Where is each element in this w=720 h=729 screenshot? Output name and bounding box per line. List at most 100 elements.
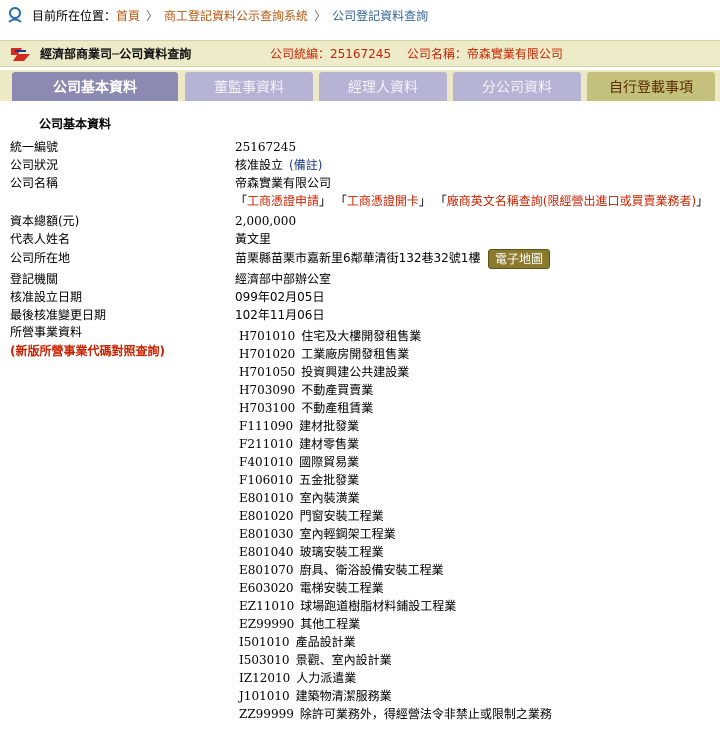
business-item: I503010 景觀、室內設計業 <box>239 651 392 669</box>
business-item-code: F401010 <box>239 455 294 469</box>
business-item-code: I503010 <box>239 653 290 667</box>
business-item: H701010 住宅及大樓開發租售業 <box>239 327 421 345</box>
header-info: 公司統編：25167245 公司名稱：帝森實業有限公司 <box>270 45 575 62</box>
business-item: EZ99990 其他工程業 <box>239 615 360 633</box>
business-item: E801070 廚具、衛浴設備安裝工程業 <box>239 561 444 579</box>
business-item: E801040 玻璃安裝工程業 <box>239 543 384 561</box>
business-item: EZ11010 球場跑道樹脂材料鋪設工程業 <box>239 597 456 615</box>
company-name-value: 帝森實業有限公司 <box>235 176 332 190</box>
business-item-name: 產品設計業 <box>295 635 356 649</box>
capital-value: 2,000,000 <box>235 214 297 228</box>
electronic-map-button[interactable]: 電子地圖 <box>488 249 550 269</box>
business-item: F401010 國際貿易業 <box>239 453 359 471</box>
approve-date-label: 核准設立日期 <box>10 290 83 304</box>
business-item-name: 球場跑道樹脂材料鋪設工程業 <box>300 599 457 613</box>
breadcrumb-separator: 〉 <box>314 8 327 23</box>
change-date-label: 最後核准變更日期 <box>10 308 107 322</box>
approve-date-value: 099年02月05日 <box>235 290 325 304</box>
cert-apply-link[interactable]: 工商憑證申請 <box>247 194 319 208</box>
business-item-code: EZ99990 <box>239 617 295 631</box>
status-value-group: 核准設立 (備註) <box>235 157 322 174</box>
business-item-name: 建築物清潔服務業 <box>295 689 392 703</box>
tax-id-value: 25167245 <box>235 140 297 154</box>
address-value: 苗栗縣苗栗市嘉新里6鄰華清街132巷32號1樓 <box>235 251 481 265</box>
business-item-code: E801030 <box>239 527 294 541</box>
new-business-code-link[interactable]: (新版所營事業代碼對照查詢) <box>10 342 165 359</box>
business-item: I501010 產品設計業 <box>239 633 356 651</box>
tab-self-report[interactable]: 自行登載事項 <box>587 72 715 101</box>
ministry-logo-icon <box>11 47 30 61</box>
business-item-code: I501010 <box>239 635 290 649</box>
company-name-label: 公司名稱：帝森實業有限公司 <box>406 47 563 61</box>
business-item-name: 人力派遣業 <box>296 671 357 685</box>
business-item-code: F111090 <box>239 419 294 433</box>
business-item: E603020 電梯安裝工程業 <box>239 579 384 597</box>
business-item-name: 國際貿易業 <box>299 455 360 469</box>
breadcrumb-current: 公司登記資料查詢 <box>332 8 429 23</box>
business-item-code: E801010 <box>239 491 294 505</box>
business-item-name: 室內輕鋼架工程業 <box>299 527 396 541</box>
business-item: J101010 建築物清潔服務業 <box>239 687 392 705</box>
business-item-name: 建材零售業 <box>299 437 360 451</box>
business-item-name: 廚具、衛浴設備安裝工程業 <box>299 563 444 577</box>
header-bar: 經濟部商業司─公司資料查詢 公司統編：25167245 公司名稱：帝森實業有限公… <box>0 40 720 67</box>
business-item-code: IZ12010 <box>239 671 291 685</box>
company-name-field-label: 公司名稱 <box>10 176 59 190</box>
breadcrumb-separator: 〉 <box>146 8 159 23</box>
business-label: 所營事業資料 <box>10 325 83 339</box>
business-item-code: H701050 <box>239 365 296 379</box>
business-item-code: J101010 <box>239 689 290 703</box>
business-item-code: H701010 <box>239 329 296 343</box>
business-item: E801010 室內裝潢業 <box>239 489 360 507</box>
tab-branches[interactable]: 分公司資料 <box>453 72 581 101</box>
section-title: 公司基本資料 <box>39 117 112 131</box>
company-id-label: 公司統編：25167245 <box>270 47 392 61</box>
business-item-code: F106010 <box>239 473 294 487</box>
business-item-code: E603020 <box>239 581 294 595</box>
business-item-code: E801070 <box>239 563 294 577</box>
business-item-code: H701020 <box>239 347 296 361</box>
english-name-query-link[interactable]: 廠商英文名稱查詢(限經營出進口或買賣業務者) <box>447 194 696 208</box>
business-item-name: 除許可業務外，得經營法令非禁止或限制之業務 <box>299 707 552 721</box>
tab-directors[interactable]: 董監事資料 <box>185 72 313 101</box>
breadcrumb-system-link[interactable]: 商工登記資料公示查詢系統 <box>164 7 308 24</box>
business-item-name: 不動產租賃業 <box>301 401 374 415</box>
breadcrumb-prefix: 目前所在位置： <box>32 8 117 23</box>
status-label: 公司狀況 <box>10 158 59 172</box>
tax-id-label: 統一編號 <box>10 140 59 154</box>
business-item: F106010 五金批發業 <box>239 471 359 489</box>
business-item-code: EZ11010 <box>239 599 295 613</box>
business-item: ZZ99999 除許可業務外，得經營法令非禁止或限制之業務 <box>239 705 552 723</box>
business-item-name: 五金批發業 <box>299 473 360 487</box>
breadcrumb-home-link[interactable]: 首頁 <box>116 7 140 24</box>
business-item-code: F211010 <box>239 437 294 451</box>
header-title: 經濟部商業司─公司資料查詢 <box>40 47 192 61</box>
location-icon <box>8 7 22 23</box>
business-item: H703090 不動產買賣業 <box>239 381 373 399</box>
business-item-name: 其他工程業 <box>300 617 361 631</box>
tab-managers[interactable]: 經理人資料 <box>319 72 447 101</box>
cert-activate-link[interactable]: 工商憑證開卡 <box>347 194 419 208</box>
authority-value: 經濟部中部辦公室 <box>235 272 332 286</box>
business-item-name: 不動產買賣業 <box>301 383 374 397</box>
business-item-name: 住宅及大樓開發租售業 <box>301 329 422 343</box>
status-value: 核准設立 <box>235 158 284 172</box>
change-date-value: 102年11月06日 <box>235 308 325 322</box>
authority-label: 登記機關 <box>10 272 59 286</box>
business-item-name: 電梯安裝工程業 <box>299 581 384 595</box>
business-item-code: ZZ99999 <box>239 707 294 721</box>
business-item-name: 室內裝潢業 <box>299 491 360 505</box>
representative-value: 黃文里 <box>235 232 272 246</box>
business-item-name: 玻璃安裝工程業 <box>299 545 384 559</box>
business-item-code: E801020 <box>239 509 294 523</box>
tab-basic-info[interactable]: 公司基本資料 <box>12 72 178 101</box>
status-note-link[interactable]: (備註) <box>289 158 322 172</box>
business-item-name: 建材批發業 <box>299 419 360 433</box>
business-item-code: E801040 <box>239 545 294 559</box>
tab-bar: 公司基本資料 董監事資料 經理人資料 分公司資料 自行登載事項 <box>0 70 720 101</box>
business-item: IZ12010 人力派遣業 <box>239 669 356 687</box>
business-item: H701050 投資興建公共建設業 <box>239 363 409 381</box>
business-item-name: 門窗安裝工程業 <box>299 509 384 523</box>
business-item-name: 投資興建公共建設業 <box>301 365 410 379</box>
business-item: F211010 建材零售業 <box>239 435 359 453</box>
